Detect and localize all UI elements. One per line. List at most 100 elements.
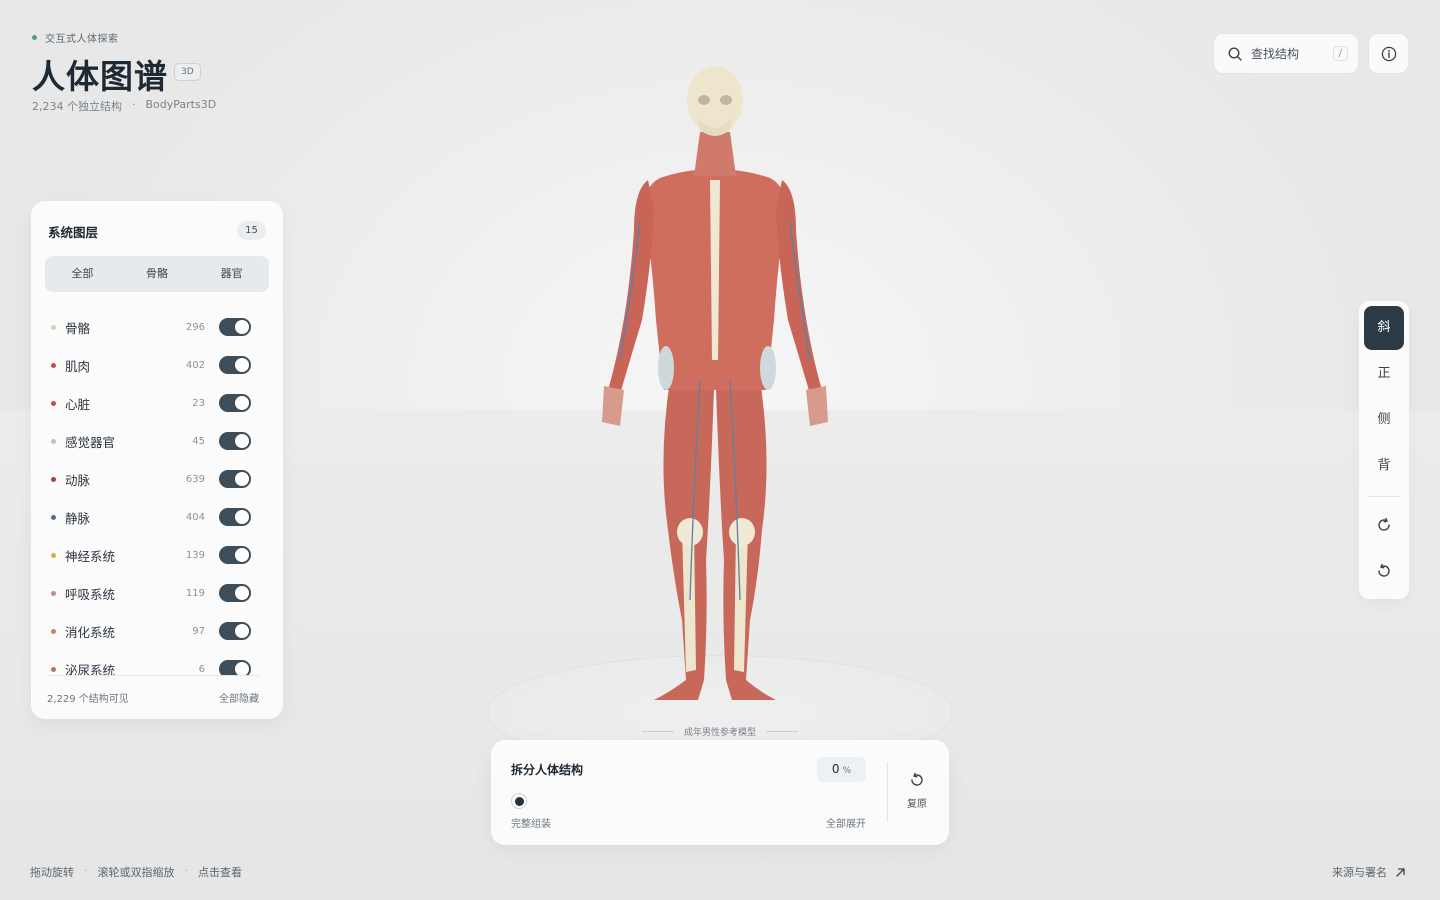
right-knee — [729, 518, 755, 546]
explode-max-label: 全部展开 — [826, 819, 866, 830]
explode-min-label: 完整组装 — [511, 819, 551, 830]
layer-color-dot — [51, 400, 56, 406]
layer-list[interactable]: 骨骼 296 肌肉 402 心脏 23 感觉器官 45 动脉 639 静脉 404 神经系统… — [31, 308, 283, 676]
left-hand — [602, 386, 624, 426]
search-icon — [1228, 46, 1242, 61]
layer-count: 23 — [192, 397, 205, 409]
layer-toggle[interactable] — [219, 660, 251, 676]
3d-badge: 3D — [174, 63, 201, 81]
layer-toggle[interactable] — [219, 546, 251, 564]
layer-count: 639 — [185, 473, 205, 485]
explode-slider-track[interactable] — [511, 800, 866, 802]
layer-count: 139 — [185, 549, 205, 561]
status-dot — [32, 35, 37, 40]
layer-name: 神经系统 — [65, 548, 116, 564]
left-knee — [677, 518, 703, 546]
view-divider — [1367, 496, 1401, 497]
hint-separator: · — [184, 864, 189, 877]
layer-toggle[interactable] — [219, 394, 251, 412]
caption-line-left — [642, 731, 674, 732]
explode-slider-thumb[interactable] — [511, 793, 527, 809]
view-front-button[interactable]: 正 — [1364, 352, 1404, 396]
info-button[interactable] — [1368, 33, 1409, 74]
layer-count: 6 — [198, 663, 205, 675]
layer-color-dot — [51, 552, 56, 558]
layer-toggle[interactable] — [219, 584, 251, 602]
view-oblique-button[interactable]: 斜 — [1364, 306, 1404, 350]
explode-title: 拆分人体结构 — [511, 763, 584, 777]
reset-button[interactable]: 复原 — [902, 772, 932, 810]
interaction-hints: 拖动旋转 · 滚轮或双指缩放 · 点击查看 — [30, 864, 242, 880]
layer-name: 心脏 — [65, 396, 91, 412]
layer-toggle[interactable] — [219, 508, 251, 526]
rotate-cw-button[interactable] — [1364, 505, 1404, 545]
layer-item-digestive[interactable]: 消化系统 97 — [31, 612, 283, 650]
layer-color-dot — [51, 324, 56, 330]
skull — [687, 66, 743, 134]
filter-tab-skeleton[interactable]: 骨骼 — [120, 256, 195, 292]
layer-color-dot — [51, 476, 56, 482]
search-shortcut: / — [1332, 46, 1348, 61]
layers-panel-title: 系统图层 — [48, 225, 99, 240]
layer-item-nervous[interactable]: 神经系统 139 — [31, 536, 283, 574]
left-eye-socket — [698, 95, 710, 105]
rotate-ccw-button[interactable] — [1364, 551, 1404, 591]
layer-item-sensory[interactable]: 感觉器官 45 — [31, 422, 283, 460]
hint-separator: · — [84, 864, 88, 877]
model-label-text: 成年男性参考模型 — [684, 728, 757, 738]
layer-item-arteries[interactable]: 动脉 639 — [31, 460, 283, 498]
layer-color-dot — [51, 514, 56, 520]
layer-item-respiratory[interactable]: 呼吸系统 119 — [31, 574, 283, 612]
layer-count: 97 — [192, 625, 205, 637]
caption-line-right — [766, 731, 799, 732]
layer-name: 肌肉 — [65, 358, 91, 374]
neck — [694, 132, 736, 176]
layer-toggle[interactable] — [219, 622, 251, 640]
rotate-cw-icon — [1378, 517, 1390, 531]
layer-item-urinary[interactable]: 泌尿系统 6 — [31, 650, 283, 676]
credits-link[interactable]: 来源与署名 — [1332, 864, 1406, 880]
search-button[interactable]: 查找结构 / — [1213, 33, 1359, 74]
layer-color-dot — [51, 438, 56, 444]
structure-count: 2,234 个独立结构 — [32, 100, 122, 113]
subtitle: 2,234 个独立结构 · BodyParts3D — [32, 98, 216, 114]
view-back-button[interactable]: 背 — [1364, 444, 1404, 488]
hide-all-button[interactable]: 全部隐藏 — [219, 690, 259, 705]
anatomy-model[interactable] — [590, 60, 840, 710]
layer-item-veins[interactable]: 静脉 404 — [31, 498, 283, 536]
layer-toggle[interactable] — [219, 470, 251, 488]
layer-name: 消化系统 — [65, 624, 116, 640]
layer-count: 296 — [185, 321, 205, 333]
layer-toggle[interactable] — [219, 432, 251, 450]
layer-count: 402 — [185, 359, 205, 371]
right-eye-socket — [720, 95, 732, 105]
eyebrow-text: 交互式人体探索 — [45, 34, 119, 45]
search-label: 查找结构 — [1251, 47, 1300, 61]
layer-toggle[interactable] — [219, 318, 251, 336]
explode-value: 0 — [831, 762, 840, 776]
layer-name: 泌尿系统 — [65, 662, 116, 677]
filter-tab-organs[interactable]: 器官 — [194, 256, 269, 292]
layer-count: 119 — [185, 587, 205, 599]
explode-unit: % — [842, 766, 852, 776]
layer-item-heart[interactable]: 心脏 23 — [31, 384, 283, 422]
layer-toggle[interactable] — [219, 356, 251, 374]
layer-color-dot — [51, 590, 56, 596]
right-hand — [806, 386, 828, 426]
data-source: BodyParts3D — [145, 98, 217, 111]
layer-count: 404 — [185, 511, 205, 523]
rotate-ccw-icon — [1378, 563, 1390, 577]
hint-zoom: 滚轮或双指缩放 — [97, 866, 175, 879]
left-hip — [658, 346, 674, 390]
view-side-button[interactable]: 侧 — [1364, 398, 1404, 442]
layers-count-badge: 15 — [237, 221, 266, 240]
page-title: 人体图谱 — [32, 57, 168, 96]
view-panel: 斜 正 侧 背 — [1359, 301, 1409, 599]
filter-tab-all[interactable]: 全部 — [45, 256, 120, 292]
eyebrow: 交互式人体探索 — [32, 30, 119, 45]
visible-count: 2,229 个结构可见 — [47, 694, 129, 705]
layer-item-skeleton[interactable]: 骨骼 296 — [31, 308, 283, 346]
layer-item-muscle[interactable]: 肌肉 402 — [31, 346, 283, 384]
hint-drag: 拖动旋转 — [30, 866, 74, 879]
layers-panel: 系统图层 15 全部 骨骼 器官 骨骼 296 肌肉 402 心脏 23 感觉器官 45… — [31, 201, 283, 719]
